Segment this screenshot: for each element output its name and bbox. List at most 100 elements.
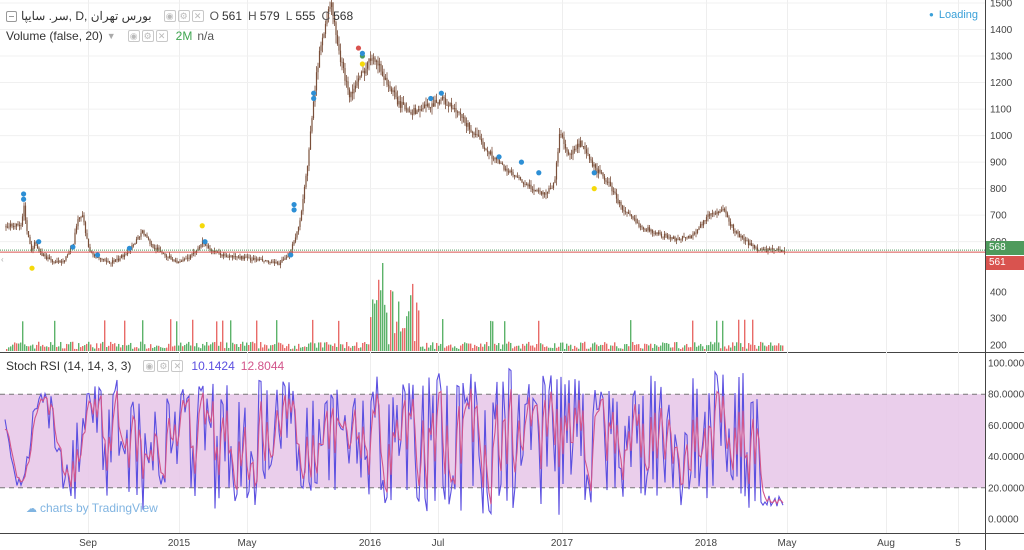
candle-body <box>377 60 379 66</box>
volume-bar <box>128 344 130 351</box>
candle-body <box>606 181 609 183</box>
close-icon[interactable]: ✕ <box>171 360 184 372</box>
candle-body <box>354 85 357 89</box>
volume-bar <box>596 344 598 351</box>
candle-body <box>99 257 102 259</box>
volume-bar <box>204 345 206 351</box>
volume-bar <box>274 344 276 351</box>
volume-bar <box>78 343 80 351</box>
volume-bar <box>450 344 452 351</box>
candle-body <box>483 147 486 149</box>
candle-body <box>20 225 22 227</box>
candle-body <box>516 176 519 178</box>
candle-body <box>486 150 489 152</box>
volume-bar <box>288 343 290 351</box>
volume-bar <box>430 345 432 351</box>
volume-bar <box>212 342 214 351</box>
candle-body <box>357 78 360 82</box>
time-tick-label: Sep <box>79 538 97 549</box>
collapse-icon[interactable] <box>6 10 17 22</box>
volume-bar <box>160 347 162 351</box>
candle-body <box>752 244 754 246</box>
candle-body <box>393 90 396 93</box>
candle-body <box>330 2 333 7</box>
chart-svg[interactable]: Sep 2015 May 2016 Jul 2017 2018 May Aug 5 1500 1400… <box>0 0 1024 550</box>
candle-body <box>624 211 627 213</box>
volume-bar <box>390 290 392 351</box>
volume-bar <box>748 343 750 351</box>
time-tick-label: Jul <box>432 538 445 549</box>
candle-body <box>23 205 25 217</box>
close-icon[interactable]: ✕ <box>191 10 204 22</box>
candle-body <box>188 257 190 259</box>
candle-body <box>375 60 378 62</box>
volume-bar <box>190 345 192 351</box>
candle-body <box>33 242 36 249</box>
volume-bar <box>100 343 102 351</box>
candle-body <box>147 237 150 240</box>
candle-body <box>492 158 495 160</box>
close-icon[interactable]: ✕ <box>155 30 168 42</box>
candle-body <box>564 144 567 149</box>
watermark[interactable]: ☁ charts by TradingView <box>26 501 158 515</box>
volume-bar <box>88 341 90 351</box>
candle-body <box>417 109 420 111</box>
volume-bar <box>18 343 20 351</box>
chevron-down-icon[interactable]: ▼ <box>107 31 116 41</box>
candle-body <box>590 159 592 161</box>
settings-icon[interactable]: ⚙ <box>177 10 190 22</box>
volume-bar <box>176 321 178 351</box>
volume-tick-label: 200 <box>990 341 1007 352</box>
volume-bar <box>698 345 700 351</box>
visibility-icon[interactable]: ◉ <box>127 30 140 42</box>
volume-bar <box>490 320 492 351</box>
volume-bar <box>164 348 166 351</box>
candle-body <box>48 257 51 260</box>
volume-bar <box>348 346 350 351</box>
candle-body <box>383 75 385 80</box>
visibility-icon[interactable]: ◉ <box>163 10 176 22</box>
candle-body <box>222 254 225 257</box>
volume-bar <box>312 319 314 351</box>
volume-bar <box>540 343 542 351</box>
signal-marker <box>21 191 27 197</box>
settings-icon[interactable]: ⚙ <box>141 30 154 42</box>
volume-bar <box>40 346 42 351</box>
candle-body <box>428 103 430 108</box>
candle-body <box>258 259 261 261</box>
volume-bar <box>464 342 466 351</box>
visibility-icon[interactable]: ◉ <box>143 360 156 372</box>
volume-bar <box>44 346 46 351</box>
price-tick-label: 700 <box>990 211 1007 222</box>
volume-bar <box>754 345 756 351</box>
settings-icon[interactable]: ⚙ <box>157 360 170 372</box>
candle-body <box>120 255 123 259</box>
volume-bar <box>776 345 778 351</box>
volume-bar <box>478 347 480 351</box>
volume-bar <box>692 320 694 351</box>
volume-bar <box>70 341 72 351</box>
volume-bar <box>328 344 330 351</box>
volume-bar <box>452 347 454 351</box>
candle-body <box>440 99 442 101</box>
candle-body <box>189 255 192 259</box>
volume-bar <box>434 348 436 351</box>
candle-body <box>87 238 90 247</box>
volume-bar <box>360 347 362 351</box>
price-tick-label: 1200 <box>990 78 1013 89</box>
chart-root[interactable]: Sep 2015 May 2016 Jul 2017 2018 May Aug 5 1500 1400… <box>0 0 1024 550</box>
candle-body <box>116 258 118 260</box>
candle-body <box>17 223 19 226</box>
volume-bar <box>704 348 706 351</box>
volume-bar <box>310 342 312 351</box>
candle-body <box>533 189 535 192</box>
volume-bar <box>658 346 660 351</box>
candle-body <box>144 234 147 236</box>
candle-body <box>441 96 444 100</box>
volume-bar <box>82 346 84 351</box>
candle-body <box>347 81 349 90</box>
signal-marker <box>291 207 297 213</box>
volume-bar <box>440 343 442 351</box>
volume-bar <box>718 342 720 351</box>
ohlc-close-label: C <box>321 9 331 23</box>
